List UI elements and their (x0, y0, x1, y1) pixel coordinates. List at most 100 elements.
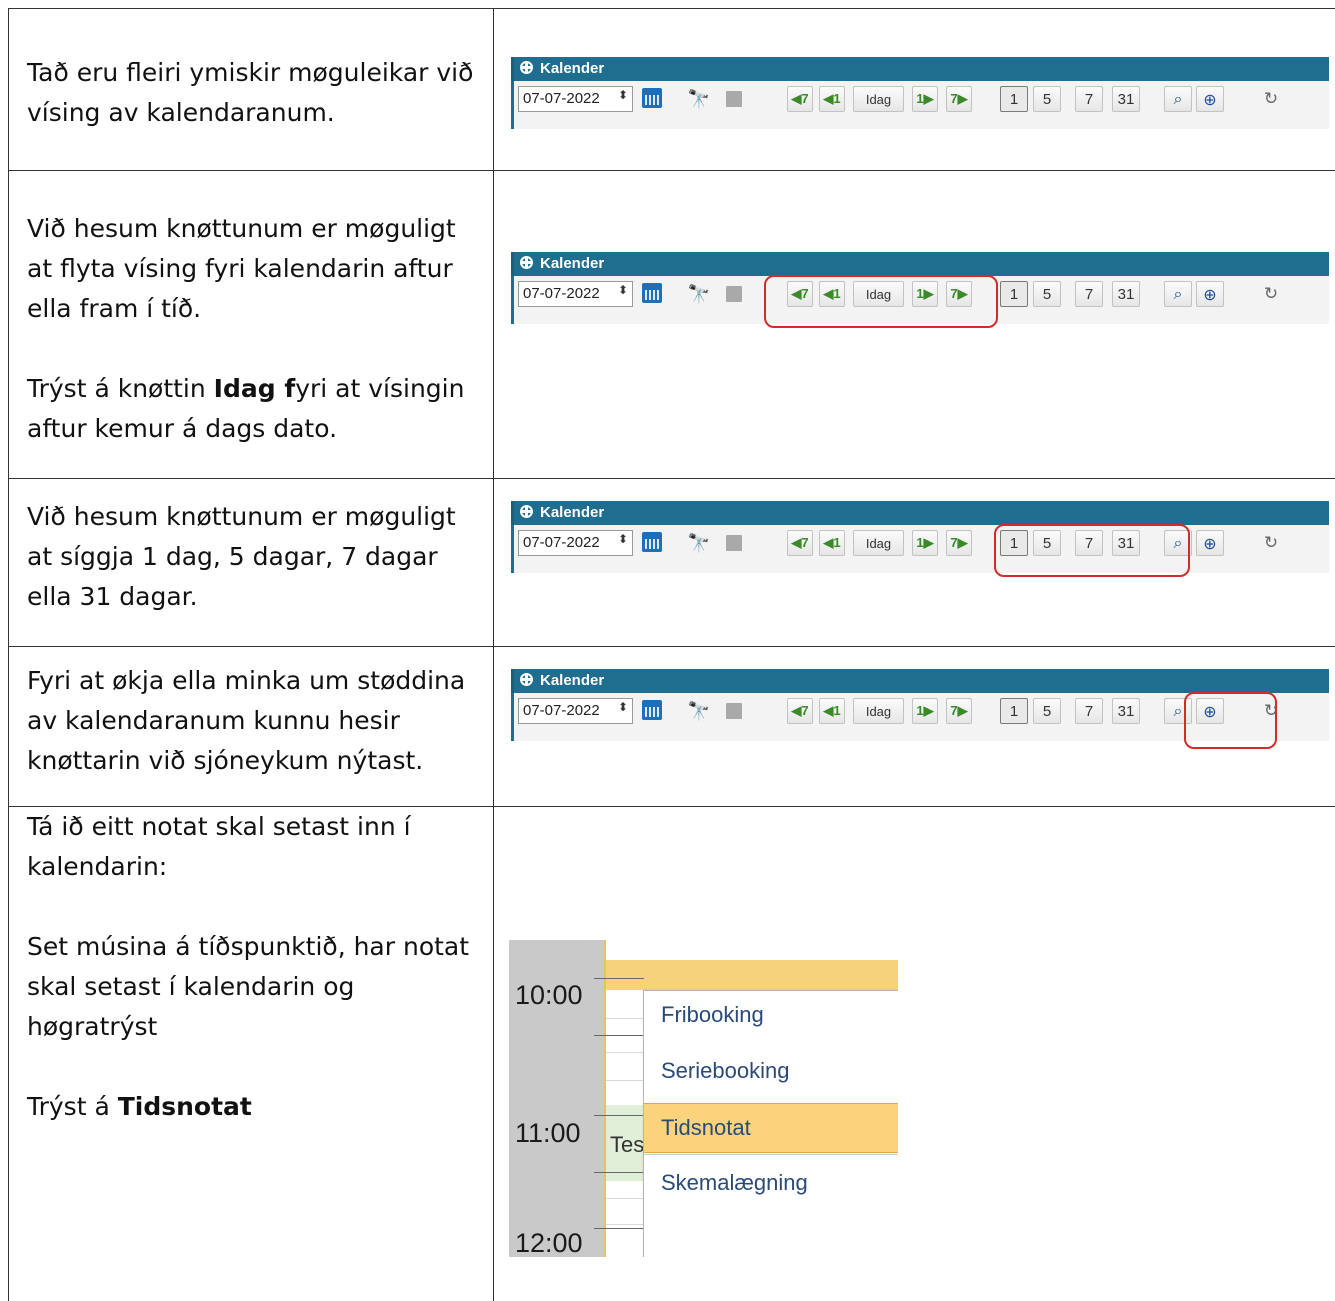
view-5-days-button[interactable]: 5 (1033, 281, 1061, 307)
row5-image-cell: 10:00 11:00 12:00 Tes Fribooking Seriebo… (494, 807, 1335, 1301)
time-label-10: 10:00 (515, 980, 583, 1011)
row2-image-cell: Kalender 07-07-2022⬍ 🔭 ◀7 ◀1 Idag 1▶ 7▶ … (494, 171, 1335, 479)
toolbar-titlebar: Kalender (511, 57, 1329, 81)
calendar-slot-highlight (606, 960, 898, 990)
view-1-day-button[interactable]: 1 (1000, 281, 1028, 307)
date-spinner-icon[interactable]: ⬍ (618, 703, 628, 711)
row3-image-cell: Kalender 07-07-2022⬍ 🔭 ◀7 ◀1 Idag 1▶ 7▶ … (494, 479, 1335, 647)
menu-item-seriebooking[interactable]: Seriebooking (644, 1047, 898, 1095)
calendar-picker-icon[interactable] (642, 88, 662, 108)
back-7-days-button[interactable]: ◀7 (787, 530, 813, 556)
zoom-out-icon[interactable]: ⌕ (1164, 281, 1192, 307)
disabled-note-icon (722, 281, 746, 307)
view-1-day-button[interactable]: 1 (1000, 698, 1028, 724)
calendar-picker-icon[interactable] (642, 283, 662, 303)
binoculars-search-icon[interactable]: 🔭 (686, 530, 712, 556)
view-31-days-button[interactable]: 31 (1112, 281, 1140, 307)
view-7-days-button[interactable]: 7 (1075, 281, 1103, 307)
view-31-days-button[interactable]: 31 (1112, 86, 1140, 112)
forward-1-day-button[interactable]: 1▶ (912, 698, 938, 724)
row1-image-cell: Kalender 07-07-2022⬍ 🔭 ◀7 ◀1 Idag 1▶ 7▶ … (494, 9, 1335, 171)
toolbar-titlebar: Kalender (511, 501, 1329, 525)
date-field[interactable]: 07-07-2022⬍ (518, 530, 633, 556)
forward-7-days-button[interactable]: 7▶ (946, 86, 972, 112)
back-1-day-button[interactable]: ◀1 (819, 86, 845, 112)
calendar-toolbar-screenshot: Kalender 07-07-2022⬍ 🔭 ◀7 ◀1 Idag 1▶ 7▶ … (511, 57, 1329, 129)
toolbar-title: Kalender (540, 504, 604, 521)
row5-text-cell: Tá ið eitt notat skal setast inn í kalen… (9, 807, 494, 1301)
row1-text-cell: Tað eru fleiri ymiskir møguleikar við ví… (9, 9, 494, 171)
date-spinner-icon[interactable]: ⬍ (618, 286, 628, 294)
refresh-icon[interactable]: ↻ (1258, 281, 1284, 307)
back-7-days-button[interactable]: ◀7 (787, 86, 813, 112)
back-1-day-button[interactable]: ◀1 (819, 698, 845, 724)
time-label-11: 11:00 (515, 1118, 581, 1149)
calendar-window-icon (520, 505, 533, 518)
toolbar-title: Kalender (540, 60, 604, 77)
toolbar-titlebar: Kalender (511, 252, 1329, 276)
zoom-out-icon[interactable]: ⌕ (1164, 86, 1192, 112)
toolbar-body: 07-07-2022⬍ 🔭 ◀7 ◀1 Idag 1▶ 7▶ 1 5 7 31 … (511, 81, 1329, 129)
today-button[interactable]: Idag (853, 530, 904, 556)
forward-7-days-button[interactable]: 7▶ (946, 698, 972, 724)
context-menu: Fribooking Seriebooking Tidsnotat Skemal… (643, 990, 898, 1257)
toolbar-title: Kalender (540, 672, 604, 689)
date-field[interactable]: 07-07-2022⬍ (518, 281, 633, 307)
view-31-days-button[interactable]: 31 (1112, 698, 1140, 724)
row2-text-today: Trýst á knøttin Idag fyri at vísingin af… (27, 369, 479, 449)
view-5-days-button[interactable]: 5 (1033, 698, 1061, 724)
zoom-in-icon[interactable]: ⊕ (1196, 281, 1224, 307)
disabled-note-icon (722, 698, 746, 724)
calendar-picker-icon[interactable] (642, 700, 662, 720)
calendar-toolbar-screenshot: Kalender 07-07-2022⬍ 🔭 ◀7 ◀1 Idag 1▶ 7▶ … (511, 669, 1329, 741)
menu-item-skemalaegning[interactable]: Skemalægning (644, 1159, 898, 1207)
calendar-window-icon (520, 256, 533, 269)
highlight-zoom-buttons (1184, 692, 1277, 749)
refresh-icon[interactable]: ↻ (1258, 530, 1284, 556)
zoom-in-icon[interactable]: ⊕ (1196, 530, 1224, 556)
view-1-day-button[interactable]: 1 (1000, 86, 1028, 112)
view-7-days-button[interactable]: 7 (1075, 698, 1103, 724)
highlight-day-view-buttons (994, 524, 1190, 577)
back-1-day-button[interactable]: ◀1 (819, 530, 845, 556)
menu-item-fribooking[interactable]: Fribooking (644, 991, 898, 1039)
row4-text-cell: Fyri at økja ella minka um støddina av k… (9, 647, 494, 807)
highlight-navigation-buttons (764, 275, 998, 328)
disabled-note-icon (722, 86, 746, 112)
binoculars-search-icon[interactable]: 🔭 (686, 698, 712, 724)
forward-1-day-button[interactable]: 1▶ (912, 86, 938, 112)
row5-text-instruction: Set músina á tíðspunktið, har notat skal… (27, 927, 479, 1047)
back-7-days-button[interactable]: ◀7 (787, 698, 813, 724)
row3-text: Við hesum knøttunum er møguligt at síggj… (27, 497, 479, 617)
forward-1-day-button[interactable]: 1▶ (912, 530, 938, 556)
document-table: Tað eru fleiri ymiskir møguleikar við ví… (8, 8, 1335, 1301)
calendar-toolbar-screenshot: Kalender 07-07-2022⬍ 🔭 ◀7 ◀1 Idag 1▶ 7▶ … (511, 501, 1329, 573)
forward-7-days-button[interactable]: 7▶ (946, 530, 972, 556)
calendar-picker-icon[interactable] (642, 532, 662, 552)
zoom-in-icon[interactable]: ⊕ (1196, 86, 1224, 112)
refresh-icon[interactable]: ↻ (1258, 86, 1284, 112)
today-button[interactable]: Idag (853, 86, 904, 112)
row4-text: Fyri at økja ella minka um støddina av k… (27, 661, 479, 781)
date-spinner-icon[interactable]: ⬍ (618, 91, 628, 99)
view-7-days-button[interactable]: 7 (1075, 86, 1103, 112)
date-spinner-icon[interactable]: ⬍ (618, 535, 628, 543)
today-button[interactable]: Idag (853, 698, 904, 724)
date-field[interactable]: 07-07-2022⬍ (518, 698, 633, 724)
date-field[interactable]: 07-07-2022⬍ (518, 86, 633, 112)
row5-text-tidsnotat: Trýst á Tidsnotat (27, 1087, 479, 1127)
toolbar-titlebar: Kalender (511, 669, 1329, 693)
view-5-days-button[interactable]: 5 (1033, 86, 1061, 112)
toolbar-body: 07-07-2022⬍ 🔭 ◀7 ◀1 Idag 1▶ 7▶ 1 5 7 31 … (511, 525, 1329, 573)
binoculars-search-icon[interactable]: 🔭 (686, 281, 712, 307)
menu-item-tidsnotat[interactable]: Tidsnotat (644, 1103, 898, 1153)
row2-text: Við hesum knøttunum er møguligt at flyta… (27, 209, 479, 329)
row5-text-intro: Tá ið eitt notat skal setast inn í kalen… (27, 807, 479, 887)
calendar-window-icon (520, 673, 533, 686)
binoculars-search-icon[interactable]: 🔭 (686, 86, 712, 112)
calendar-window-icon (520, 61, 533, 74)
row4-image-cell: Kalender 07-07-2022⬍ 🔭 ◀7 ◀1 Idag 1▶ 7▶ … (494, 647, 1335, 807)
context-menu-screenshot: 10:00 11:00 12:00 Tes Fribooking Seriebo… (509, 940, 898, 1257)
row1-text: Tað eru fleiri ymiskir møguleikar við ví… (27, 53, 479, 133)
time-label-12: 12:00 (515, 1228, 583, 1257)
